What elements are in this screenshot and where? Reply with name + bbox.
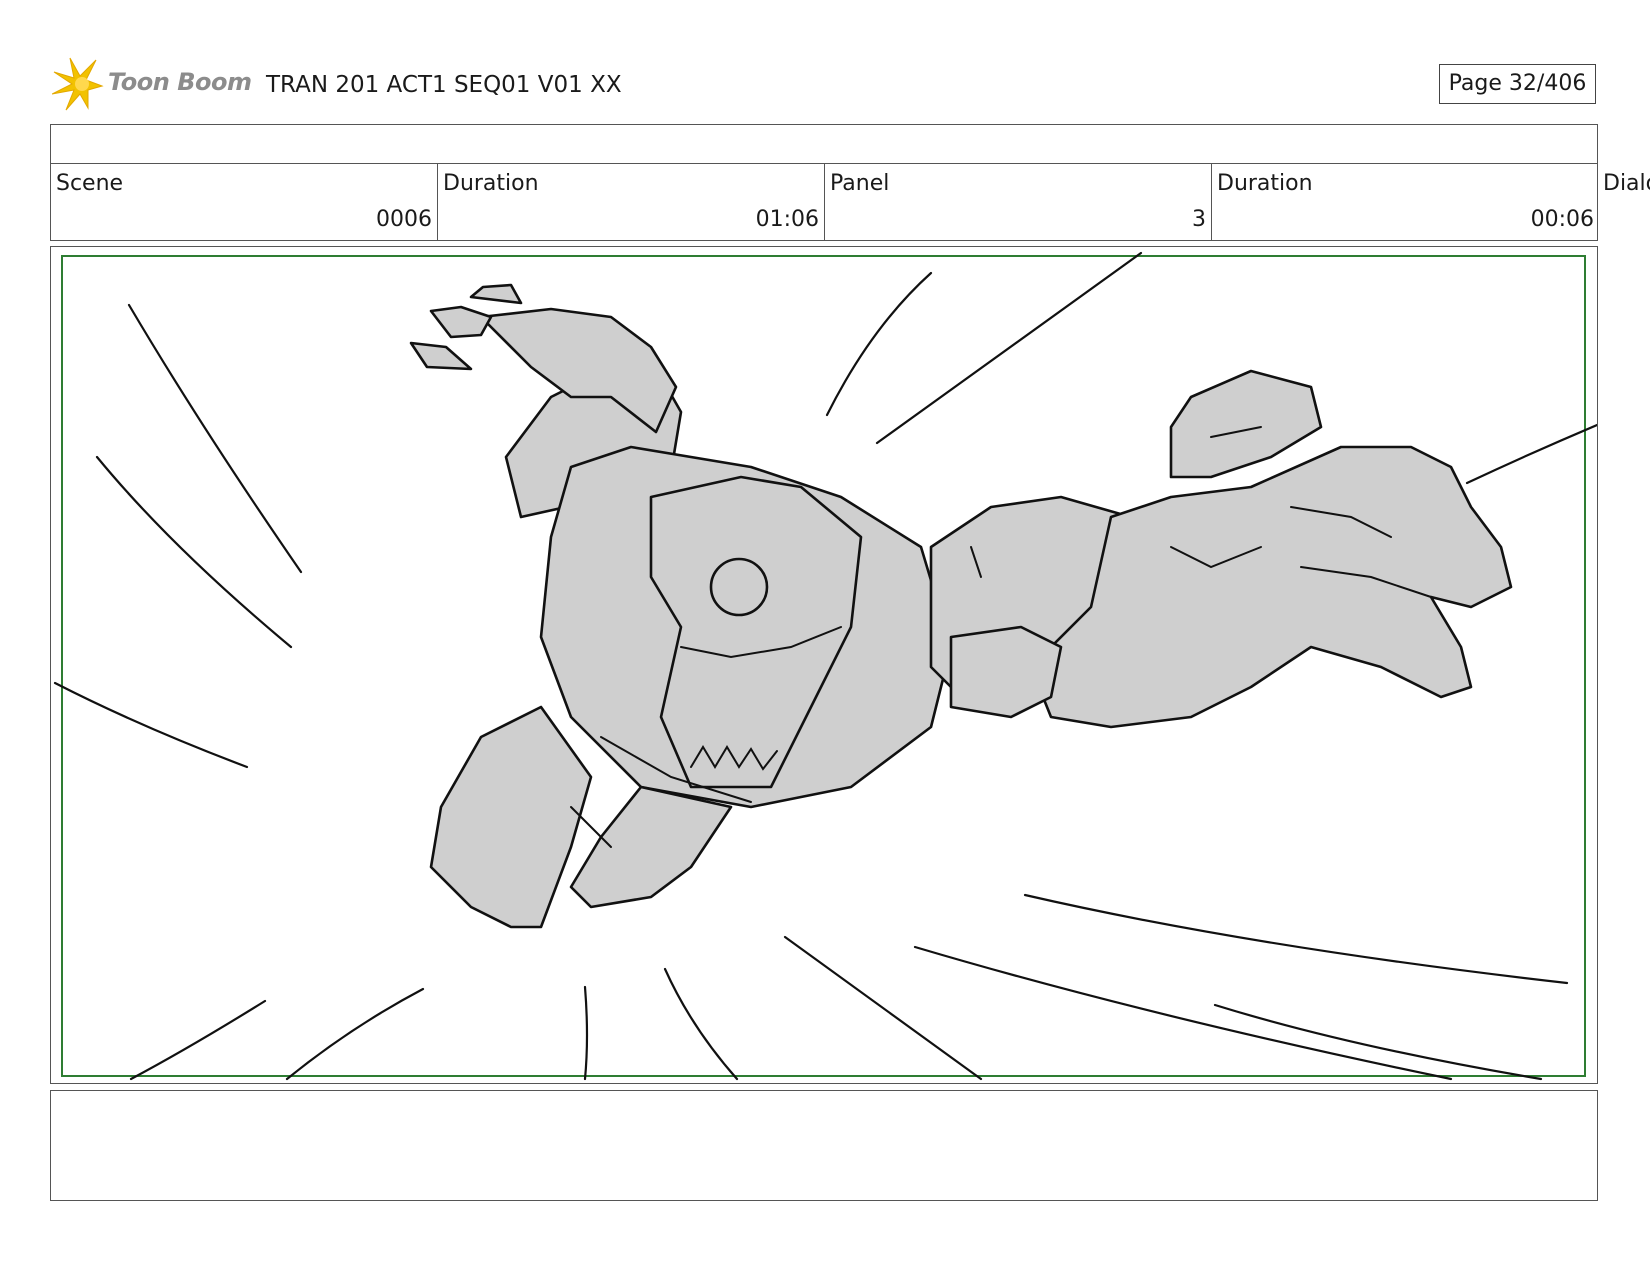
scene-duration-cell: Duration 01:06 (438, 163, 825, 240)
page-indicator: Page 32/406 (1439, 64, 1596, 104)
panel-sketch (53, 251, 1597, 1081)
panel-notes-box (50, 1090, 1598, 1201)
panel-duration-label: Duration (1217, 171, 1313, 196)
scene-duration-label: Duration (443, 171, 539, 196)
scene-duration-value: 01:06 (755, 207, 819, 232)
scene-value: 0006 (376, 207, 432, 232)
panel-cell: Panel 3 (825, 163, 1212, 240)
header-blank-row (50, 124, 1598, 164)
storyboard-panel (50, 246, 1598, 1084)
scene-label: Scene (56, 171, 124, 196)
scene-cell: Scene 0006 (51, 163, 438, 240)
page-number: 32/406 (1508, 71, 1587, 96)
dialogue-label: Dialo (1603, 171, 1650, 196)
brand-wordmark: Toon Boom (108, 68, 252, 96)
starburst-icon (52, 57, 104, 111)
panel-label: Panel (830, 171, 890, 196)
toon-boom-logo: Toon Boom (52, 56, 252, 114)
panel-duration-cell: Duration 00:06 (1212, 163, 1599, 240)
document-title: TRAN 201 ACT1 SEQ01 V01 XX (266, 72, 622, 98)
panel-value: 3 (1192, 207, 1206, 232)
panel-info-row: Scene 0006 Duration 01:06 Panel 3 Durati… (50, 163, 1598, 241)
panel-duration-value: 00:06 (1530, 207, 1594, 232)
page-label: Page (1448, 71, 1502, 96)
